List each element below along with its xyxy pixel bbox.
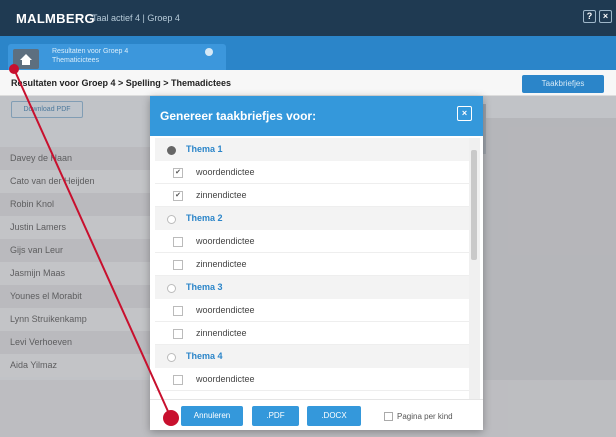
pointer-start-dot: [9, 64, 19, 74]
pointer-line: [13, 68, 172, 419]
pointer-end-dot: [163, 410, 179, 426]
pointer-annotation: [9, 64, 179, 426]
